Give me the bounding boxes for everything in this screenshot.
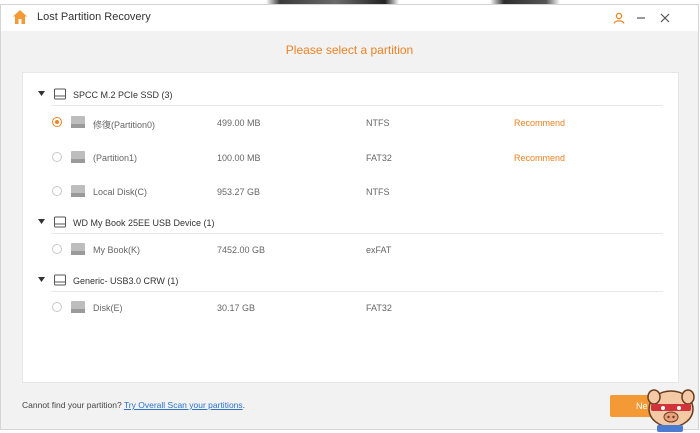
close-button[interactable]	[656, 9, 674, 27]
hard-drive-icon	[54, 216, 66, 228]
disk-header[interactable]: Generic- USB3.0 CRW (1)	[23, 269, 678, 291]
partition-row[interactable]: Local Disk(C) 953.27 GB NTFS	[23, 175, 678, 209]
caret-down-icon	[38, 277, 45, 282]
recommend-label: Recommend	[514, 153, 566, 163]
account-button[interactable]	[610, 9, 628, 27]
partition-row[interactable]: 修復(Partition0) 499.00 MB NTFS Recommend	[23, 106, 678, 140]
partition-radio[interactable]	[52, 186, 62, 196]
volume-icon	[71, 151, 85, 163]
partition-radio[interactable]	[52, 117, 62, 127]
overall-scan-link[interactable]: Try Overall Scan your partitions	[124, 400, 243, 410]
partition-radio[interactable]	[52, 302, 62, 312]
partition-name: (Partition1)	[93, 153, 138, 163]
hard-drive-icon	[54, 88, 66, 100]
footer-prompt: Cannot find your partition? Try Overall …	[22, 400, 245, 410]
partition-size: 7452.00 GB	[217, 245, 266, 255]
partition-name: Disk(E)	[93, 303, 123, 313]
partition-filesystem: NTFS	[366, 187, 390, 197]
partition-radio[interactable]	[52, 244, 62, 254]
partition-row[interactable]: Disk(E) 30.17 GB FAT32	[23, 291, 678, 325]
partition-radio[interactable]	[52, 152, 62, 162]
partition-filesystem: FAT32	[366, 303, 392, 313]
partition-size: 499.00 MB	[217, 118, 261, 128]
partition-name: My Book(K)	[93, 245, 141, 255]
volume-icon	[71, 243, 85, 255]
disk-name: WD My Book 25EE USB Device (1)	[73, 218, 215, 228]
partition-name: 修復(Partition0)	[93, 120, 156, 130]
volume-icon	[71, 185, 85, 197]
recommend-label: Recommend	[514, 118, 566, 128]
partition-filesystem: exFAT	[366, 245, 392, 255]
disk-name: Generic- USB3.0 CRW (1)	[73, 276, 179, 286]
partition-name: Local Disk(C)	[93, 187, 148, 197]
app-window: Lost Partition Recovery Please select a …	[0, 4, 699, 432]
user-icon	[613, 12, 625, 24]
partition-size: 100.00 MB	[217, 153, 261, 163]
mascot-sticker	[647, 389, 695, 432]
close-icon	[660, 13, 670, 23]
volume-icon	[71, 301, 85, 313]
partition-row[interactable]: My Book(K) 7452.00 GB exFAT	[23, 233, 678, 267]
page-subtitle: Please select a partition	[285, 43, 414, 57]
disk-header[interactable]: WD My Book 25EE USB Device (1)	[23, 211, 678, 233]
hard-drive-icon	[54, 274, 66, 286]
disk-name: SPCC M.2 PCIe SSD (3)	[73, 90, 173, 100]
partition-row[interactable]: (Partition1) 100.00 MB FAT32 Recommend	[23, 141, 678, 175]
disk-header[interactable]: SPCC M.2 PCIe SSD (3)	[23, 83, 678, 105]
volume-icon	[71, 116, 85, 128]
partition-size: 953.27 GB	[217, 187, 261, 197]
title-bar: Lost Partition Recovery	[1, 5, 698, 31]
footer-prompt-text: Cannot find your partition?	[22, 400, 122, 410]
footer-period: .	[242, 400, 246, 410]
partition-filesystem: NTFS	[366, 118, 390, 128]
minimize-button[interactable]	[632, 9, 650, 27]
minimize-icon	[637, 17, 645, 19]
partition-filesystem: FAT32	[366, 153, 392, 163]
caret-down-icon	[38, 91, 45, 96]
caret-down-icon	[38, 219, 45, 224]
partition-list-panel: SPCC M.2 PCIe SSD (3) 修復(Partition0) 499…	[22, 72, 679, 383]
partition-size: 30.17 GB	[217, 303, 256, 313]
app-title: Lost Partition Recovery	[37, 11, 151, 23]
home-icon	[13, 10, 27, 24]
